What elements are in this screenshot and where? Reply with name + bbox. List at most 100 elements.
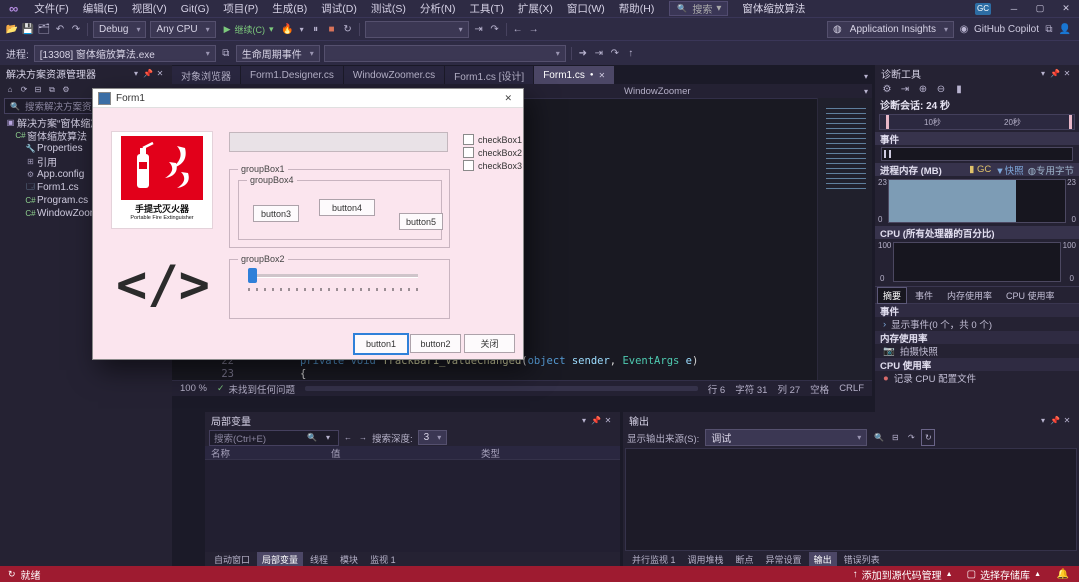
button1[interactable]: button1 bbox=[353, 333, 409, 355]
zoom-level-dropdown[interactable]: 100 % bbox=[180, 383, 207, 394]
process-dropdown[interactable]: [13308] 窗体缩放算法.exe ▾ bbox=[33, 44, 216, 62]
restart-icon[interactable]: ↻ bbox=[340, 22, 356, 37]
feedback-person-icon[interactable]: 👤 bbox=[1057, 22, 1073, 37]
search-next-icon[interactable]: → bbox=[357, 430, 369, 445]
menu-git[interactable]: Git(G) bbox=[174, 2, 217, 16]
properties-icon[interactable]: ⚙ bbox=[60, 82, 72, 97]
platform-dropdown[interactable]: Any CPU ▾ bbox=[150, 20, 216, 38]
select-tool-icon[interactable]: ⇥ bbox=[897, 82, 913, 97]
step-out-icon[interactable]: ↑ bbox=[623, 46, 639, 61]
clear-all-icon[interactable]: ⊟ bbox=[889, 430, 901, 445]
close-icon[interactable]: ✕ bbox=[1061, 413, 1073, 428]
word-wrap-icon[interactable]: ↷ bbox=[905, 430, 917, 445]
select-repository-button[interactable]: ▢ 选择存储库 ▲ bbox=[967, 567, 1041, 582]
document-health-indicator[interactable]: ✓ 未找到任何问题 bbox=[217, 382, 295, 396]
add-to-source-control-button[interactable]: ↑ 添加到源代码管理 ▲ bbox=[853, 567, 953, 582]
menu-debug[interactable]: 调试(D) bbox=[314, 0, 364, 17]
tab-autos[interactable]: 自动窗口 bbox=[209, 552, 255, 567]
form-close-button[interactable]: ✕ bbox=[498, 93, 518, 104]
close-tab-icon[interactable]: ✕ bbox=[598, 71, 605, 80]
snapshot-legend[interactable]: ▼快照 bbox=[995, 163, 1023, 177]
tab-object-browser[interactable]: 对象浏览器 bbox=[172, 66, 240, 84]
private-bytes-legend[interactable]: ◍专用字节 bbox=[1028, 163, 1074, 177]
redo-icon[interactable]: ↷ bbox=[68, 22, 84, 37]
status-eol[interactable]: CRLF bbox=[839, 383, 864, 394]
menu-analyze[interactable]: 分析(N) bbox=[413, 0, 463, 17]
menu-extensions[interactable]: 扩展(X) bbox=[511, 0, 560, 17]
output-content[interactable] bbox=[625, 448, 1077, 551]
tab-output[interactable]: 输出 bbox=[808, 551, 837, 567]
navigate-back-icon[interactable]: ← bbox=[510, 22, 526, 37]
close-form-button[interactable]: 关闭 bbox=[464, 334, 515, 353]
pin-icon[interactable]: 📌 bbox=[142, 66, 154, 81]
autoscroll-toggle-icon[interactable]: ↻ bbox=[921, 429, 936, 446]
copilot-label[interactable]: GitHub Copilot bbox=[974, 24, 1039, 35]
quick-search[interactable]: 🔍 搜索 ▾ bbox=[669, 1, 729, 16]
tab-form1-design[interactable]: Form1.cs [设计] bbox=[445, 66, 534, 84]
close-icon[interactable]: ✕ bbox=[602, 413, 614, 428]
tab-call-stack[interactable]: 调用堆栈 bbox=[683, 552, 729, 567]
button4[interactable]: button4 bbox=[319, 199, 375, 216]
find-icon[interactable]: 🔍 bbox=[873, 430, 885, 445]
minimize-button[interactable]: ─ bbox=[1001, 1, 1027, 16]
button2[interactable]: button2 bbox=[410, 334, 461, 353]
chevron-down-icon[interactable]: ▾ bbox=[1037, 66, 1049, 81]
gear-icon[interactable]: ⚙ bbox=[879, 82, 895, 97]
diag-tab-summary[interactable]: 摘要 bbox=[877, 286, 908, 304]
trackbar-groove[interactable] bbox=[248, 274, 418, 278]
navbar-type-dropdown[interactable]: WindowZoomer bbox=[624, 86, 691, 97]
tab-parallel-watch[interactable]: 并行监视 1 bbox=[627, 552, 681, 567]
record-cpu-profile-link[interactable]: ● 记录 CPU 配置文件 bbox=[875, 371, 1079, 386]
timeline-ruler[interactable]: 10秒 20秒 bbox=[879, 114, 1075, 130]
pause-icon[interactable]: ⏸ bbox=[308, 22, 324, 37]
chevron-down-icon[interactable]: ▾ bbox=[130, 66, 142, 81]
chevron-down-icon[interactable]: ▾ bbox=[860, 84, 872, 99]
open-icon[interactable]: 📂 bbox=[4, 22, 20, 37]
chevron-down-icon[interactable]: ▾ bbox=[296, 22, 308, 37]
selection-handle-right[interactable] bbox=[1069, 115, 1072, 129]
tab-modules[interactable]: 模块 bbox=[335, 552, 363, 567]
pin-icon[interactable]: 📌 bbox=[590, 413, 602, 428]
status-spaces[interactable]: 空格 bbox=[810, 382, 829, 396]
diag-tab-cpu[interactable]: CPU 使用率 bbox=[1000, 287, 1061, 304]
take-snapshot-link[interactable]: 📷 拍摄快照 bbox=[875, 344, 1079, 359]
menu-tools[interactable]: 工具(T) bbox=[462, 0, 510, 17]
search-depth-dropdown[interactable]: 3 ▾ bbox=[417, 430, 448, 445]
horizontal-scrollbar[interactable] bbox=[305, 386, 698, 391]
bell-icon[interactable]: 🔔 bbox=[1055, 567, 1071, 582]
menu-test[interactable]: 测试(S) bbox=[364, 0, 413, 17]
reset-view-icon[interactable]: ▮ bbox=[951, 82, 967, 97]
tab-error-list[interactable]: 错误列表 bbox=[839, 552, 885, 567]
menu-help[interactable]: 帮助(H) bbox=[612, 0, 662, 17]
output-source-dropdown[interactable]: 调试 ▾ bbox=[705, 429, 868, 446]
locals-search-input[interactable]: 搜索(Ctrl+E) 🔍 ▾ bbox=[209, 429, 339, 446]
step-over-icon[interactable]: ↷ bbox=[487, 22, 503, 37]
chevron-down-icon[interactable]: ▾ bbox=[1037, 413, 1049, 428]
maximize-button[interactable]: ▢ bbox=[1027, 1, 1053, 16]
menu-file[interactable]: 文件(F) bbox=[27, 0, 75, 17]
checkbox2[interactable]: checkBox2 bbox=[463, 146, 522, 159]
column-type[interactable]: 类型 bbox=[481, 446, 500, 460]
button3[interactable]: button3 bbox=[253, 205, 299, 222]
share-icon[interactable]: ⧉ bbox=[1041, 22, 1057, 37]
tab-breakpoints[interactable]: 断点 bbox=[731, 552, 759, 567]
step-into-icon[interactable]: ⇥ bbox=[471, 22, 487, 37]
diag-tab-memory[interactable]: 内存使用率 bbox=[941, 287, 998, 304]
step-over-icon[interactable]: ↷ bbox=[607, 46, 623, 61]
configuration-dropdown[interactable]: Debug ▾ bbox=[93, 20, 147, 38]
tab-windowzoomer-cs[interactable]: WindowZoomer.cs bbox=[343, 66, 445, 84]
step-into-icon[interactable]: ⇥ bbox=[591, 46, 607, 61]
column-name[interactable]: 名称 bbox=[205, 446, 331, 460]
undo-icon[interactable]: ↶ bbox=[52, 22, 68, 37]
home-icon[interactable]: ⌂ bbox=[4, 82, 16, 97]
chevron-down-icon[interactable]: ▾ bbox=[578, 413, 590, 428]
tab-threads[interactable]: 线程 bbox=[305, 552, 333, 567]
cpu-section-header[interactable]: CPU (所有处理器的百分比) bbox=[875, 226, 1079, 240]
column-value[interactable]: 值 bbox=[331, 446, 481, 460]
tab-form1-cs[interactable]: Form1.cs ● ✕ bbox=[534, 66, 615, 84]
close-button[interactable]: ✕ bbox=[1053, 1, 1079, 16]
menu-window[interactable]: 窗口(W) bbox=[560, 0, 612, 17]
search-prev-icon[interactable]: ← bbox=[342, 430, 354, 445]
collapse-all-icon[interactable]: ⊟ bbox=[32, 82, 44, 97]
tab-watch1[interactable]: 监视 1 bbox=[365, 552, 401, 567]
